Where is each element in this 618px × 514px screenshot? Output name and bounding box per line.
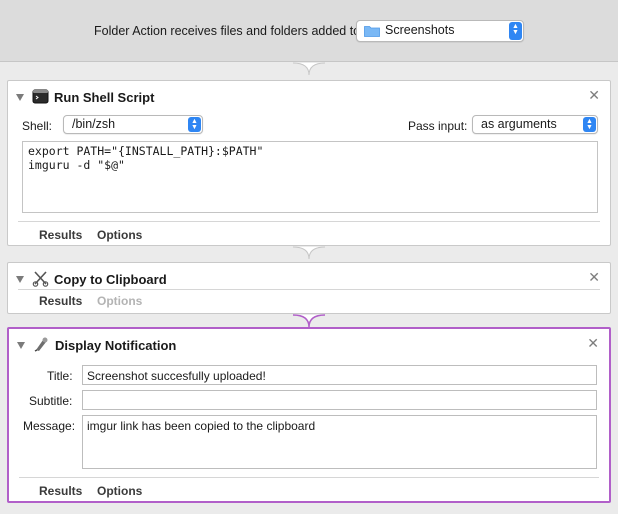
folder-icon [364,26,380,37]
flow-connector [293,62,325,76]
header-label: Folder Action receives files and folders… [94,24,361,38]
tab-results[interactable]: Results [39,294,82,308]
close-icon[interactable]: ✕ [588,269,600,286]
message-field[interactable]: imgur link has been copied to the clipbo… [82,415,597,469]
terminal-icon [32,89,49,104]
disclosure-triangle-icon[interactable] [16,276,24,283]
popup-stepper-icon: ▲ ▼ [583,117,596,132]
script-line: export PATH="{INSTALL_PATH}:$PATH" [28,144,264,158]
divider [18,221,600,222]
disclosure-triangle-icon[interactable] [17,342,25,349]
scissors-icon [32,271,49,287]
action-run-shell-script[interactable]: Run Shell Script ✕ Shell: /bin/zsh ▲ ▼ Pa… [7,80,611,246]
disclosure-triangle-icon[interactable] [16,94,24,101]
popup-stepper-icon: ▲ ▼ [188,117,201,132]
popup-stepper-icon: ▲ ▼ [509,22,522,40]
tab-options[interactable]: Options [97,484,142,498]
pass-input-popup-value: as arguments [481,117,557,131]
script-line: imguru -d "$@" [28,158,125,172]
action-title: Run Shell Script [54,90,155,105]
action-copy-to-clipboard[interactable]: Copy to Clipboard ✕ Results Options [7,262,611,314]
folder-popup[interactable]: Screenshots ▲ ▼ [356,20,524,42]
action-display-notification[interactable]: Display Notification ✕ Title: Screenshot… [7,327,611,503]
title-field[interactable]: Screenshot succesfully uploaded! [82,365,597,385]
subtitle-label: Subtitle: [29,394,73,408]
shell-popup[interactable]: /bin/zsh ▲ ▼ [63,115,203,134]
script-editor[interactable]: export PATH="{INSTALL_PATH}:$PATH" imguru… [22,141,598,213]
title-label: Title: [47,369,73,383]
tab-options[interactable]: Options [97,294,142,308]
tab-options[interactable]: Options [97,228,142,242]
close-icon[interactable]: ✕ [587,335,599,352]
shell-popup-value: /bin/zsh [72,117,116,131]
tab-results[interactable]: Results [39,484,82,498]
divider [18,289,600,290]
message-label: Message: [23,419,76,433]
workflow-header: Folder Action receives files and folders… [0,0,618,62]
action-title: Copy to Clipboard [54,272,167,287]
close-icon[interactable]: ✕ [588,87,600,104]
notification-icon [34,337,48,352]
pass-input-label: Pass input: [408,119,468,133]
pass-input-popup[interactable]: as arguments ▲ ▼ [472,115,598,134]
action-title: Display Notification [55,338,177,353]
folder-popup-value: Screenshots [385,23,455,37]
tab-results[interactable]: Results [39,228,82,242]
shell-label: Shell: [22,119,53,133]
divider [19,477,599,478]
subtitle-field[interactable] [82,390,597,410]
